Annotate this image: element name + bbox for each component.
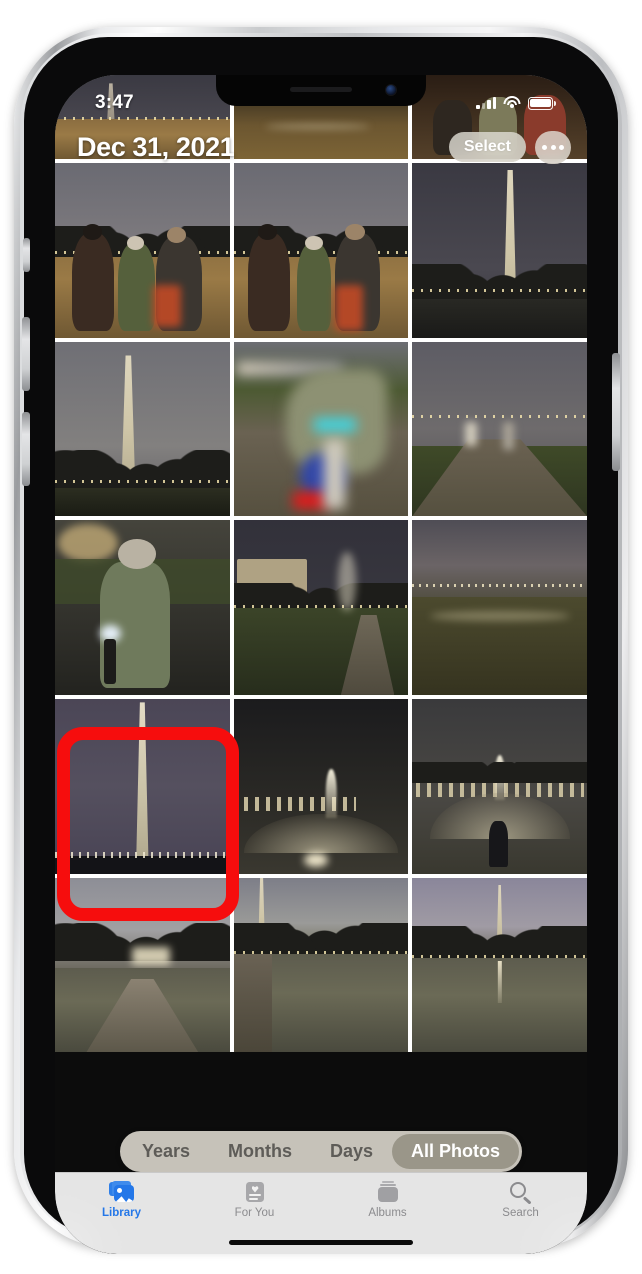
volume-up-button[interactable] <box>22 317 30 391</box>
tab-label: Albums <box>368 1207 407 1219</box>
tab-search[interactable]: Search <box>454 1180 587 1219</box>
home-indicator[interactable] <box>229 1239 413 1245</box>
segment-days[interactable]: Days <box>311 1134 392 1169</box>
albums-stack-icon <box>374 1180 402 1204</box>
segment-months[interactable]: Months <box>209 1134 311 1169</box>
photo-cell[interactable] <box>233 698 409 874</box>
photo-cell[interactable] <box>412 341 587 517</box>
photo-cell[interactable] <box>55 162 230 338</box>
photo-cell[interactable] <box>412 162 587 338</box>
segment-all-photos[interactable]: All Photos <box>392 1134 520 1169</box>
photo-cell[interactable] <box>55 877 230 1053</box>
ellipsis-dot <box>550 144 556 150</box>
photos-app: 3:47 Dec 31, 2021 Select Years Months Da… <box>55 75 587 1254</box>
photo-cell[interactable] <box>233 162 409 338</box>
photo-cell[interactable] <box>55 520 230 695</box>
power-button[interactable] <box>612 353 620 471</box>
nav-actions: Select <box>448 130 571 164</box>
device-notch <box>216 75 426 106</box>
phone-frame: 3:47 Dec 31, 2021 Select Years Months Da… <box>14 27 628 1254</box>
more-options-button[interactable] <box>535 130 571 164</box>
timeline-scope-control-wrapper: Years Months Days All Photos <box>55 1131 587 1172</box>
photo-grid <box>55 75 587 1053</box>
tab-label: For You <box>234 1207 275 1219</box>
photo-cell[interactable] <box>412 877 587 1053</box>
photo-cell[interactable] <box>233 520 409 695</box>
tab-albums[interactable]: Albums <box>321 1180 454 1219</box>
segment-years[interactable]: Years <box>123 1134 209 1169</box>
navigation-bar: Dec 31, 2021 Select <box>55 123 587 171</box>
phone-screen: 3:47 Dec 31, 2021 Select Years Months Da… <box>55 75 587 1254</box>
volume-down-button[interactable] <box>22 412 30 486</box>
tab-for-you[interactable]: For You <box>188 1180 321 1219</box>
ellipsis-dot <box>542 144 547 150</box>
screenshot-root: 3:47 Dec 31, 2021 Select Years Months Da… <box>0 0 642 1274</box>
earpiece-speaker <box>290 87 352 92</box>
photo-cell[interactable] <box>412 698 587 874</box>
photo-cell[interactable] <box>233 341 409 517</box>
front-camera-icon <box>386 85 396 95</box>
photo-stack-icon <box>108 1180 136 1204</box>
tab-library[interactable]: Library <box>55 1180 188 1219</box>
tab-label: Search <box>502 1207 539 1219</box>
ellipsis-dot <box>559 144 564 150</box>
photo-cell[interactable] <box>55 341 230 517</box>
tab-label: Library <box>102 1207 141 1219</box>
photo-cell[interactable] <box>412 520 587 695</box>
search-icon <box>507 1180 535 1205</box>
photo-cell[interactable] <box>233 877 409 1053</box>
mute-switch[interactable] <box>23 238 30 272</box>
photo-cell[interactable] <box>55 698 230 874</box>
page-title: Dec 31, 2021 <box>77 131 235 162</box>
heart-card-icon <box>241 1180 269 1204</box>
select-button[interactable]: Select <box>448 132 526 162</box>
timeline-scope-control: Years Months Days All Photos <box>119 1131 523 1172</box>
